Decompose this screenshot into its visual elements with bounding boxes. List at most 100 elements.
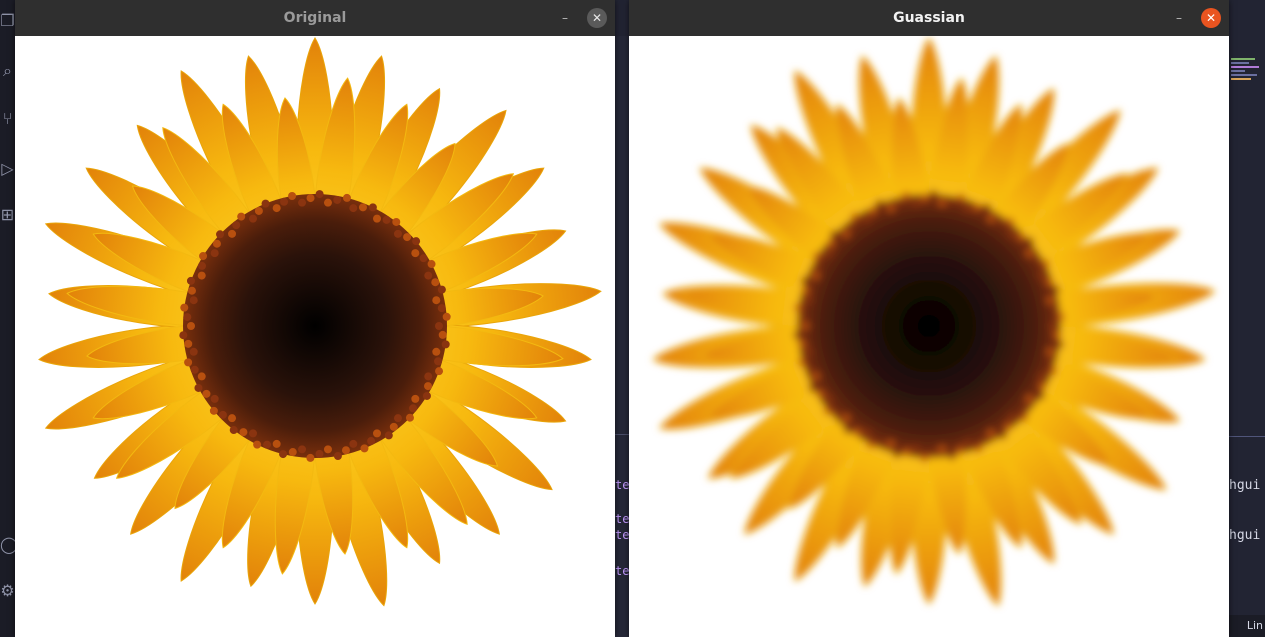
seed-floret bbox=[875, 199, 884, 208]
seed-floret bbox=[811, 261, 820, 270]
close-button[interactable]: ✕ bbox=[587, 8, 607, 28]
seed-floret bbox=[434, 357, 443, 366]
seed-floret bbox=[349, 204, 358, 213]
seed-floret bbox=[894, 197, 903, 206]
seed-floret bbox=[432, 296, 441, 305]
seed-floret bbox=[435, 322, 443, 330]
minimize-button[interactable]: – bbox=[1169, 8, 1189, 28]
seed-floret bbox=[797, 313, 806, 322]
minimap[interactable] bbox=[1231, 56, 1261, 106]
seed-floret bbox=[1036, 391, 1045, 400]
original-window[interactable]: Original – ✕ bbox=[15, 0, 615, 637]
code-fragment: te bbox=[615, 528, 630, 542]
seed-floret bbox=[288, 192, 297, 201]
seed-floret bbox=[842, 229, 851, 238]
seed-floret bbox=[846, 221, 855, 230]
seed-floret bbox=[937, 198, 946, 207]
seed-floret bbox=[403, 233, 412, 242]
seed-floret bbox=[1041, 260, 1050, 269]
seed-floret bbox=[955, 446, 964, 455]
seed-floret bbox=[197, 372, 206, 381]
seed-floret bbox=[323, 198, 332, 207]
window-title: Original bbox=[283, 10, 347, 26]
seed-floret bbox=[249, 429, 257, 438]
seed-floret bbox=[987, 214, 995, 223]
seed-floret bbox=[412, 237, 421, 246]
terminal-line: hgui bbox=[1229, 528, 1261, 543]
seed-floret bbox=[998, 431, 1007, 440]
seed-floret bbox=[438, 330, 447, 339]
gaussian-window[interactable]: Guassian – ✕ bbox=[629, 0, 1229, 637]
seed-floret bbox=[306, 194, 315, 203]
seed-floret bbox=[272, 439, 281, 448]
source-control-icon[interactable]: ⑂ bbox=[0, 108, 15, 130]
seed-floret bbox=[237, 212, 246, 221]
seed-floret bbox=[184, 339, 193, 348]
seed-floret bbox=[183, 313, 192, 322]
code-fragment: te bbox=[615, 564, 630, 578]
seed-floret bbox=[974, 444, 983, 453]
seed-floret bbox=[229, 426, 238, 435]
extensions-icon[interactable]: ⊞ bbox=[0, 204, 15, 226]
seed-floret bbox=[912, 445, 921, 454]
search-icon[interactable]: ⌕ bbox=[0, 60, 15, 82]
seed-floret bbox=[249, 214, 257, 223]
seed-floret bbox=[411, 394, 420, 403]
account-icon[interactable]: ◯ bbox=[0, 534, 15, 556]
seed-floret bbox=[1049, 367, 1058, 376]
seed-floret bbox=[1046, 347, 1055, 356]
seed-floret bbox=[947, 451, 956, 460]
seed-floret bbox=[261, 199, 270, 208]
seed-floret bbox=[432, 347, 441, 356]
minimize-button[interactable]: – bbox=[555, 8, 575, 28]
seed-floret bbox=[419, 254, 428, 263]
seed-floret bbox=[801, 322, 809, 330]
seed-floret bbox=[442, 312, 451, 321]
seed-floret bbox=[1051, 304, 1060, 313]
run-debug-icon[interactable]: ▷ bbox=[0, 158, 15, 180]
seed-floret bbox=[1046, 296, 1055, 305]
seed-floret bbox=[808, 383, 817, 392]
seed-floret bbox=[187, 322, 195, 330]
seed-floret bbox=[358, 203, 367, 212]
seed-floret bbox=[793, 331, 802, 340]
editor-right-edge: hgui hgui Lin bbox=[1229, 36, 1265, 637]
seed-floret bbox=[323, 445, 332, 454]
seed-floret bbox=[315, 190, 324, 199]
seed-floret bbox=[867, 440, 876, 449]
seed-floret bbox=[963, 204, 972, 213]
seed-floret bbox=[982, 203, 991, 212]
seed-floret bbox=[877, 440, 886, 449]
seed-floret bbox=[279, 450, 288, 459]
settings-icon[interactable]: ⚙ bbox=[0, 580, 15, 602]
seed-floret bbox=[210, 249, 219, 258]
seed-floret bbox=[1048, 357, 1057, 366]
seed-floret bbox=[228, 414, 237, 423]
seed-floret bbox=[187, 286, 196, 295]
activity-bar: ❐ ⌕ ⑂ ▷ ⊞ ◯ ⚙ bbox=[0, 0, 15, 637]
seed-floret bbox=[886, 204, 895, 213]
seed-floret bbox=[179, 331, 188, 340]
seed-floret bbox=[996, 215, 1005, 224]
seed-floret bbox=[798, 339, 807, 348]
seed-floret bbox=[803, 347, 812, 356]
seed-floret bbox=[209, 406, 218, 415]
seed-floret bbox=[886, 439, 895, 448]
seed-floret bbox=[280, 197, 289, 206]
seed-floret bbox=[199, 252, 208, 261]
seed-floret bbox=[218, 410, 227, 419]
seed-floret bbox=[1033, 254, 1042, 263]
close-button[interactable]: ✕ bbox=[1201, 8, 1221, 28]
seed-floret bbox=[424, 271, 433, 280]
seed-floret bbox=[929, 449, 938, 458]
seed-floret bbox=[1007, 229, 1016, 238]
seed-floret bbox=[863, 214, 871, 223]
seed-floret bbox=[1045, 278, 1054, 287]
seed-floret bbox=[384, 431, 393, 440]
original-titlebar[interactable]: Original – ✕ bbox=[15, 0, 615, 37]
sunflower-image-blurred bbox=[652, 37, 1216, 607]
gaussian-titlebar[interactable]: Guassian – ✕ bbox=[629, 0, 1229, 37]
explorer-icon[interactable]: ❐ bbox=[0, 10, 15, 32]
seed-floret bbox=[912, 198, 921, 207]
seed-floret bbox=[194, 383, 203, 392]
